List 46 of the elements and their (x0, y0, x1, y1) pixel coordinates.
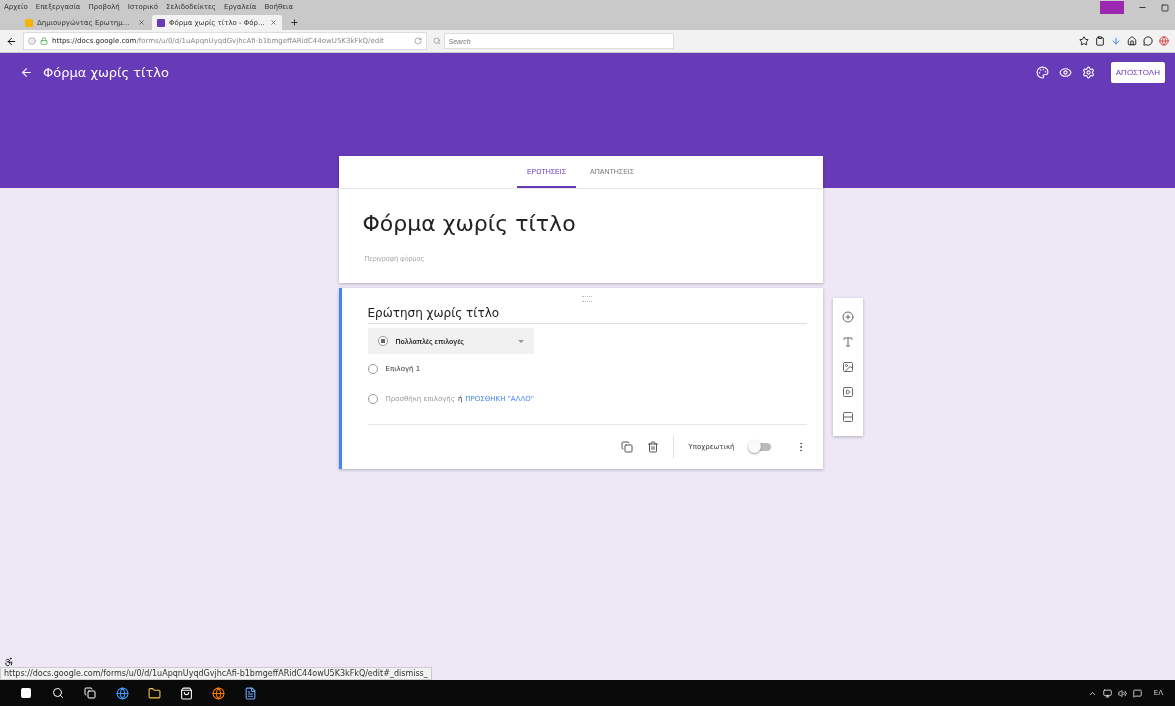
document-icon[interactable] (243, 686, 257, 700)
info-icon (28, 37, 36, 45)
back-icon[interactable] (20, 65, 33, 79)
notification-icon[interactable] (1132, 688, 1142, 698)
restore-icon[interactable] (1161, 3, 1169, 12)
form-title[interactable]: Φόρμα χωρίς τίτλο (362, 211, 799, 236)
folder-icon[interactable] (147, 686, 161, 700)
clipboard-icon[interactable] (1095, 36, 1105, 46)
radio-icon (377, 336, 388, 346)
lock-icon (40, 37, 48, 45)
favicon-icon (25, 18, 33, 27)
home-icon[interactable] (1127, 36, 1137, 46)
new-tab-icon[interactable] (290, 18, 299, 27)
form-name: Φόρμα χωρίς τίτλο (43, 64, 170, 80)
accessibility-icon (4, 657, 14, 667)
radio-icon (367, 364, 378, 374)
store-icon[interactable] (179, 686, 193, 700)
video-icon[interactable] (841, 386, 854, 399)
palette-icon[interactable] (1035, 65, 1049, 79)
network-icon[interactable] (1102, 688, 1112, 698)
radio-icon (367, 394, 378, 404)
caret-icon (517, 339, 524, 343)
volume-icon[interactable] (1117, 688, 1127, 698)
close-icon[interactable] (270, 19, 277, 26)
delete-icon[interactable] (647, 441, 660, 453)
send-button[interactable]: ΑΠΟΣΤΟΛΗ (1110, 61, 1165, 83)
download-icon[interactable] (1111, 36, 1121, 46)
close-icon[interactable] (138, 19, 145, 26)
copy-icon[interactable] (621, 441, 634, 453)
star-icon[interactable] (1079, 36, 1089, 46)
favicon-icon (157, 18, 165, 27)
preview-icon[interactable] (1058, 65, 1072, 79)
task-view-icon[interactable] (84, 687, 96, 699)
chat-icon[interactable] (1143, 36, 1153, 46)
section-icon[interactable] (841, 411, 854, 424)
question-title-field[interactable]: Ερώτηση χωρίς τίτλο (367, 302, 807, 324)
required-switch[interactable] (748, 443, 771, 451)
add-question-icon[interactable] (841, 310, 854, 323)
search-icon[interactable] (52, 687, 64, 699)
settings-icon[interactable] (1081, 65, 1095, 79)
back-icon[interactable] (6, 35, 17, 47)
search-icon (432, 37, 441, 45)
status-url: https://docs.google.com/forms/u/0/d/1uApqnUyqdGvjhcAfi-b1bmgeffARidC44owU5K3kFkQ/edit#_dismiss_ (0, 667, 432, 680)
image-icon[interactable] (841, 360, 854, 373)
drag-handle-icon[interactable] (582, 296, 592, 302)
title-icon[interactable] (841, 335, 854, 348)
